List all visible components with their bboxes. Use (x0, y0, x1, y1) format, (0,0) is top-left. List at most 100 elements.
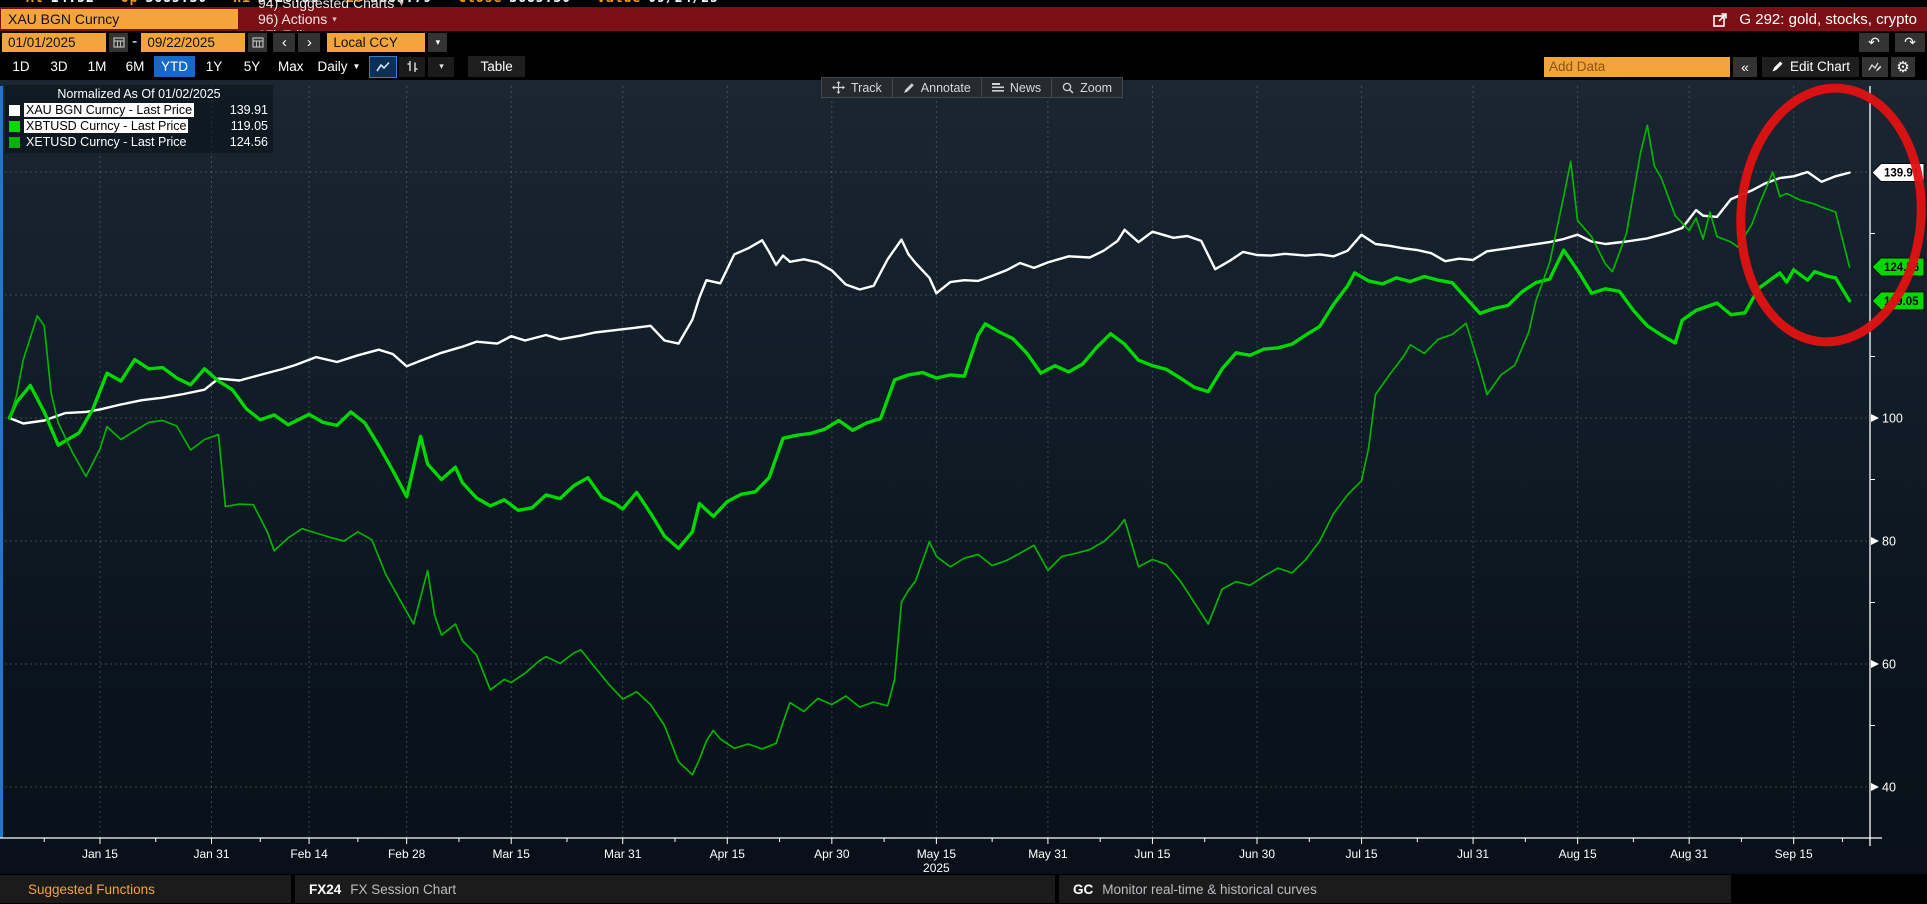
range-toolbar: 1D3D1M6MYTD1Y5YMax Daily ▼ ▾ Table Add D… (0, 53, 1927, 80)
x-tick-label: Jan 15 (82, 847, 118, 861)
x-tick-label: Jul 31 (1457, 847, 1489, 861)
add-data-input[interactable]: Add Data (1544, 57, 1730, 77)
statusbar-app-fx24[interactable]: FX24 FX Session Chart (295, 875, 1055, 903)
ohlc-bars-icon (406, 60, 419, 73)
range-button-ytd[interactable]: YTD (154, 56, 195, 77)
menu-suggested-charts[interactable]: 94) Suggested Charts▾ (258, 0, 404, 11)
table-button[interactable]: Table (468, 56, 524, 77)
menu-actions[interactable]: 96) Actions ▾ (258, 11, 404, 27)
ticker-label: Value (597, 0, 641, 6)
pencil-icon (1771, 60, 1784, 73)
x-tick-label: Mar 15 (493, 847, 531, 861)
line-chart-type-button[interactable] (370, 57, 396, 77)
security-input[interactable]: XAU BGN Curncy (1, 9, 238, 29)
legend-swatch (9, 121, 20, 132)
y-tick-arrow (1871, 660, 1879, 668)
tool-zoom[interactable]: Zoom (1052, 78, 1122, 97)
ticker-label: Close (458, 0, 502, 6)
tool-track[interactable]: Track (822, 78, 893, 97)
legend-label: XAU BGN Curncy - Last Price (24, 103, 194, 117)
tool-annotate[interactable]: Annotate (893, 78, 982, 97)
news-icon (992, 82, 1004, 93)
statusbar-apps: FX24 FX Session Chart GCMonitor real-time … (295, 874, 1735, 904)
chart-settings-button[interactable] (1862, 57, 1888, 77)
legend-title: Normalized As Of 01/02/2025 (8, 87, 270, 101)
x-tick-label: Jun 30 (1239, 847, 1275, 861)
chart-plot-area[interactable]: Jan 15Jan 31Feb 14Feb 28Mar 15Mar 31Apr … (0, 80, 1927, 874)
date-from-input[interactable]: 01/01/2025 (2, 33, 106, 52)
ohlc-chart-type-button[interactable] (399, 57, 425, 77)
caret-down-icon: ▼ (353, 62, 361, 71)
calendar-icon (252, 36, 264, 48)
menu-label: 96) Actions (258, 11, 327, 27)
next-period-button[interactable]: › (298, 33, 320, 52)
x-tick-label: Apr 15 (710, 847, 746, 861)
legend-item[interactable]: XBTUSD Curncy - Last Price119.05 (8, 118, 270, 134)
frequency-select[interactable]: Daily ▼ (311, 56, 368, 77)
range-button-5y[interactable]: 5Y (233, 56, 271, 77)
x-tick-label: Sep 15 (1775, 847, 1813, 861)
legend-item[interactable]: XAU BGN Curncy - Last Price139.91 (8, 102, 270, 118)
status-bar: Suggested Functions FX24 FX Session Chart… (0, 874, 1927, 904)
caret-down-icon: ▾ (399, 0, 404, 9)
app-code: FX24 (309, 882, 341, 897)
x-tick-label: Jul 15 (1346, 847, 1378, 861)
range-button-6m[interactable]: 6M (116, 56, 154, 77)
x-tick-label: May 15 (917, 847, 957, 861)
calendar-to-button[interactable] (248, 33, 267, 52)
y-tick-arrow (1871, 537, 1879, 545)
tool-label: News (1010, 81, 1041, 95)
y-tick-label: 100 (1882, 412, 1903, 426)
x-axis-year-label: 2025 (923, 861, 950, 874)
legend-rows: XAU BGN Curncy - Last Price139.91XBTUSD … (8, 102, 270, 150)
legend-value: 124.56 (230, 135, 270, 149)
x-tick-label: Feb 14 (290, 847, 328, 861)
legend-label: XBTUSD Curncy - Last Price (24, 119, 188, 133)
bloomberg-terminal-screen: At14:52Op3685.30Hi3726.30Lo3685.79Close3… (0, 0, 1927, 904)
tool-label: Track (851, 81, 882, 95)
undo-button[interactable]: ↶ (1859, 33, 1889, 52)
x-tick-label: Feb 28 (388, 847, 426, 861)
suggested-functions-tab[interactable]: Suggested Functions (0, 875, 291, 903)
legend-item[interactable]: XETUSD Curncy - Last Price124.56 (8, 134, 270, 150)
calendar-icon (113, 36, 125, 48)
app-desc: FX Session Chart (350, 882, 456, 897)
legend-swatch (9, 137, 20, 148)
magnifier-icon (1062, 82, 1074, 94)
statusbar-app-gc[interactable]: GCMonitor real-time & historical curves (1059, 875, 1731, 903)
export-icon[interactable] (1712, 11, 1729, 28)
series-line-xetusd (9, 125, 1849, 774)
date-separator: - (132, 33, 137, 51)
x-tick-label: May 31 (1028, 847, 1068, 861)
currency-select[interactable]: Local CCY (327, 33, 425, 52)
redo-button[interactable]: ↷ (1895, 33, 1925, 52)
frequency-label: Daily (318, 59, 348, 74)
ticker-value: 09/24/25 (648, 0, 719, 6)
prev-period-button[interactable]: ‹ (273, 33, 295, 52)
title-right: G 292: gold, stocks, crypto (1712, 11, 1917, 28)
x-tick-label: Mar 31 (604, 847, 642, 861)
chart-svg: Jan 15Jan 31Feb 14Feb 28Mar 15Mar 31Apr … (0, 80, 1927, 874)
x-tick-label: Jun 15 (1134, 847, 1170, 861)
range-button-1d[interactable]: 1D (2, 56, 40, 77)
tool-news[interactable]: News (982, 78, 1052, 97)
range-button-max[interactable]: Max (271, 56, 311, 77)
edit-chart-button[interactable]: Edit Chart (1762, 57, 1859, 77)
undo-redo-group: ↶ ↷ (1856, 33, 1925, 52)
range-button-1y[interactable]: 1Y (195, 56, 233, 77)
period-start-marker (0, 86, 3, 838)
date-to-input[interactable]: 09/22/2025 (141, 33, 245, 52)
currency-caret-button[interactable]: ▾ (428, 33, 447, 52)
caret-down-icon: ▾ (332, 14, 337, 25)
calendar-from-button[interactable] (109, 33, 128, 52)
gear-icon-button[interactable]: ⚙ (1891, 57, 1915, 77)
move-icon (832, 81, 845, 94)
range-button-3d[interactable]: 3D (40, 56, 78, 77)
suggested-functions-label: Suggested Functions (28, 882, 155, 897)
range-button-group: 1D3D1M6MYTD1Y5YMax (2, 56, 311, 77)
range-button-1m[interactable]: 1M (78, 56, 116, 77)
ticker-value: 3685.30 (509, 0, 571, 6)
collapse-panel-button[interactable]: « (1733, 57, 1757, 77)
chart-type-caret-button[interactable]: ▾ (428, 57, 454, 77)
pencil-icon (903, 82, 915, 94)
